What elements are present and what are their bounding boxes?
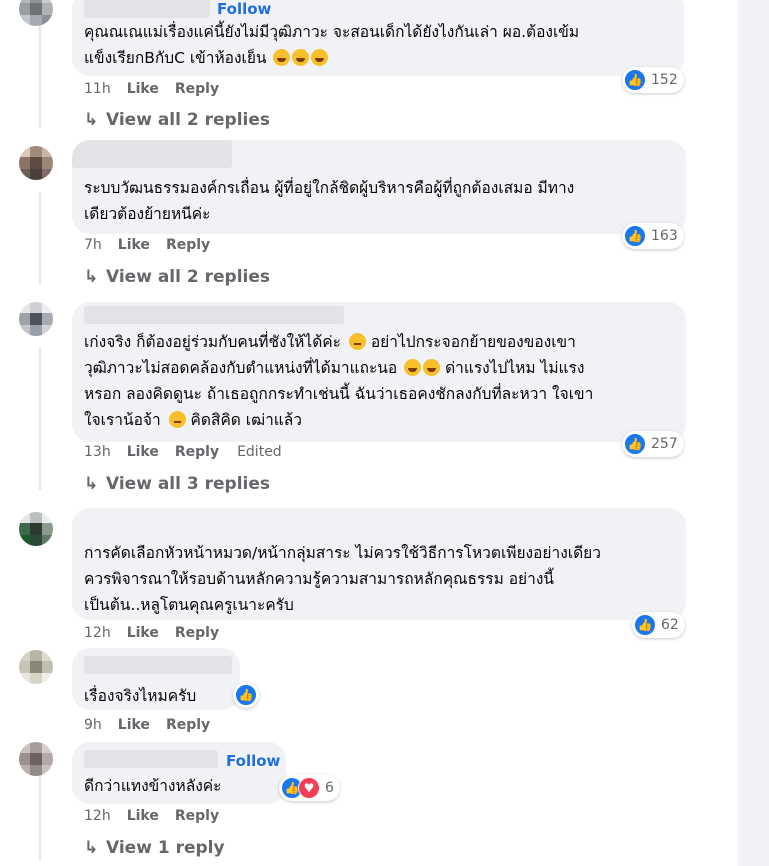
like-icon: 👍	[634, 614, 656, 636]
avatar[interactable]	[19, 650, 53, 684]
avatar[interactable]	[19, 742, 53, 776]
timestamp[interactable]: 9h	[84, 717, 102, 733]
thread-line	[39, 192, 41, 284]
blurred-author-name[interactable]	[84, 306, 344, 324]
timestamp[interactable]: 13h	[84, 444, 111, 460]
timestamp[interactable]: 12h	[84, 808, 111, 824]
like-icon: 👍	[235, 684, 257, 706]
follow-button[interactable]: Follow	[226, 752, 280, 770]
comment-meta: 7h Like Reply	[84, 237, 226, 253]
view-replies-link[interactable]: ↳ View all 3 replies	[84, 474, 270, 494]
wink-emoji-icon	[168, 411, 186, 428]
like-button[interactable]: Like	[127, 625, 159, 641]
reply-button[interactable]: Reply	[166, 237, 210, 253]
comment-text: การคัดเลือกหัวหน้าหมวด/หน้ากลุ่มสาระ ไม่…	[84, 544, 601, 562]
like-icon: 👍	[624, 69, 646, 91]
reaction-summary[interactable]: 👍 152	[622, 67, 684, 93]
like-button[interactable]: Like	[127, 808, 159, 824]
like-button[interactable]: Like	[118, 237, 150, 253]
follow-button[interactable]: Follow	[217, 0, 271, 18]
timestamp[interactable]: 11h	[84, 81, 111, 97]
blurred-author-name[interactable]	[84, 0, 210, 18]
comment-text: ใจเราน้อจ้า คิดสิคิด เฒ่าแล้ว	[84, 411, 302, 429]
blurred-author-name[interactable]	[72, 140, 232, 168]
reaction-summary[interactable]: 👍 62	[632, 612, 685, 638]
comment-text: หรอก ลองคิดดูนะ ถ้าเธอถูกกระทำเช่นนี้ ฉั…	[84, 385, 594, 403]
reply-arrow-icon: ↳	[84, 267, 99, 287]
blurred-author-name[interactable]	[84, 656, 232, 674]
like-icon: 👍	[624, 225, 646, 247]
blurred-author-name[interactable]	[84, 750, 218, 768]
squint-emoji-icon	[348, 333, 366, 350]
comment-text: เดียวต้องย้ายหนีค่ะ	[84, 205, 211, 223]
avatar[interactable]	[19, 146, 53, 180]
comment-meta: 13h Like Reply Edited	[84, 444, 282, 460]
timestamp[interactable]: 7h	[84, 237, 102, 253]
view-replies-link[interactable]: ↳ View 1 reply	[84, 838, 225, 858]
rolling-laugh-emoji-icon	[273, 49, 291, 66]
comment-text: ควรพิจารณาให้รอบด้านหลักความรู้ความสามาร…	[84, 570, 555, 588]
avatar[interactable]	[19, 0, 53, 26]
comment-text: วุฒิภาวะไม่สอดคล้องกับตำแหน่งที่ได้มาแถะ…	[84, 359, 585, 377]
comment-text: คุณณเณแม่เรื่องแค่นี้ยังไม่มีวุฒิภาวะ จะ…	[84, 23, 580, 41]
reply-button[interactable]: Reply	[175, 81, 219, 97]
reply-button[interactable]: Reply	[175, 625, 219, 641]
comment-text: เป็นต้น..หลูโตนคุณครูเนาะครับ	[84, 596, 294, 614]
like-button[interactable]: Like	[118, 717, 150, 733]
edited-label: Edited	[237, 444, 282, 460]
reaction-summary[interactable]: 👍 ♥ 6	[279, 775, 340, 801]
comment-meta: 12h Like Reply	[84, 625, 235, 641]
like-button[interactable]: Like	[127, 444, 159, 460]
thread-line	[39, 348, 41, 490]
love-icon: ♥	[298, 777, 320, 799]
like-button[interactable]: Like	[127, 81, 159, 97]
avatar[interactable]	[19, 512, 53, 546]
view-replies-link[interactable]: ↳ View all 2 replies	[84, 110, 270, 130]
reaction-summary[interactable]: 👍 163	[622, 223, 684, 249]
reply-button[interactable]: Reply	[175, 444, 219, 460]
reply-arrow-icon: ↳	[84, 474, 99, 494]
comment-meta: 9h Like Reply	[84, 717, 226, 733]
reply-arrow-icon: ↳	[84, 838, 99, 858]
reaction-summary[interactable]: 👍	[233, 682, 259, 708]
comment-text: แข็งเรียกBกับC เข้าห้องเย็น	[84, 45, 329, 71]
page-background-gutter	[738, 0, 769, 866]
like-icon: 👍	[624, 433, 646, 455]
grin-emoji-icon	[423, 359, 441, 376]
comment-meta: 11h Like Reply	[84, 81, 235, 97]
reply-button[interactable]: Reply	[166, 717, 210, 733]
comment-text: ระบบวัฒนธรรมองค์กรเถื่อน ผู้ที่อยู่ใกล้ช…	[84, 179, 575, 197]
reply-arrow-icon: ↳	[84, 110, 99, 130]
timestamp[interactable]: 12h	[84, 625, 111, 641]
grin-emoji-icon	[404, 359, 422, 376]
grin-emoji-icon	[311, 49, 329, 66]
comment-meta: 12h Like Reply	[84, 808, 235, 824]
avatar[interactable]	[19, 302, 53, 336]
reply-button[interactable]: Reply	[175, 808, 219, 824]
view-replies-link[interactable]: ↳ View all 2 replies	[84, 267, 270, 287]
grin-emoji-icon	[292, 49, 310, 66]
reaction-summary[interactable]: 👍 257	[622, 431, 684, 457]
comment-text: เรื่องจริงไหมครับ	[84, 687, 197, 705]
comment-text: เก่งจริง ก็ต้องอยู่ร่วมกับคนที่ชังให้ได้…	[84, 333, 576, 351]
comment-text: ดีกว่าแทงข้างหลังค่ะ	[84, 777, 222, 795]
